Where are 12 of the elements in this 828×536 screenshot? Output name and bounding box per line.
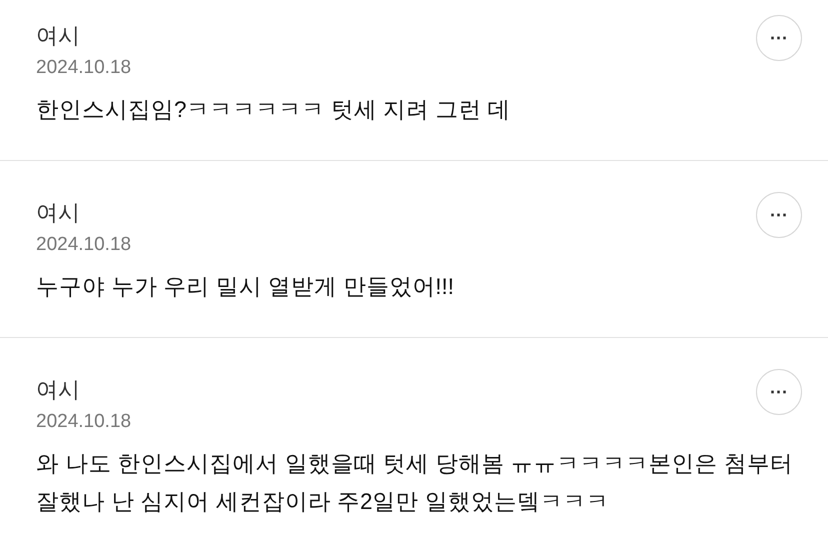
author-name: 여시 — [36, 199, 80, 227]
more-button[interactable]: ··· — [756, 192, 802, 238]
comment-date: 2024.10.18 — [36, 410, 132, 434]
more-button[interactable]: ··· — [756, 15, 802, 61]
author-name: 여시 — [36, 22, 80, 50]
comment-date: 2024.10.18 — [36, 56, 132, 80]
comment-date: 2024.10.18 — [36, 233, 132, 257]
comment-text: 와 나도 한인스시집에서 일했을때 텃세 당해봄 ㅠㅠㅋㅋㅋㅋ본인은 첨부터 잘했나 난 심지어 세컨잡이라 주2일만 일했었는뎈ㅋㅋㅋ — [36, 450, 794, 516]
comment-text: 한인스시집임?ㅋㅋㅋㅋㅋㅋ 텃세 지려 그런 데 — [36, 96, 511, 124]
more-button[interactable]: ··· — [756, 369, 802, 415]
comment-text: 누구야 누가 우리 밀시 열받게 만들었어!!! — [36, 273, 454, 301]
author-name: 여시 — [36, 376, 80, 404]
